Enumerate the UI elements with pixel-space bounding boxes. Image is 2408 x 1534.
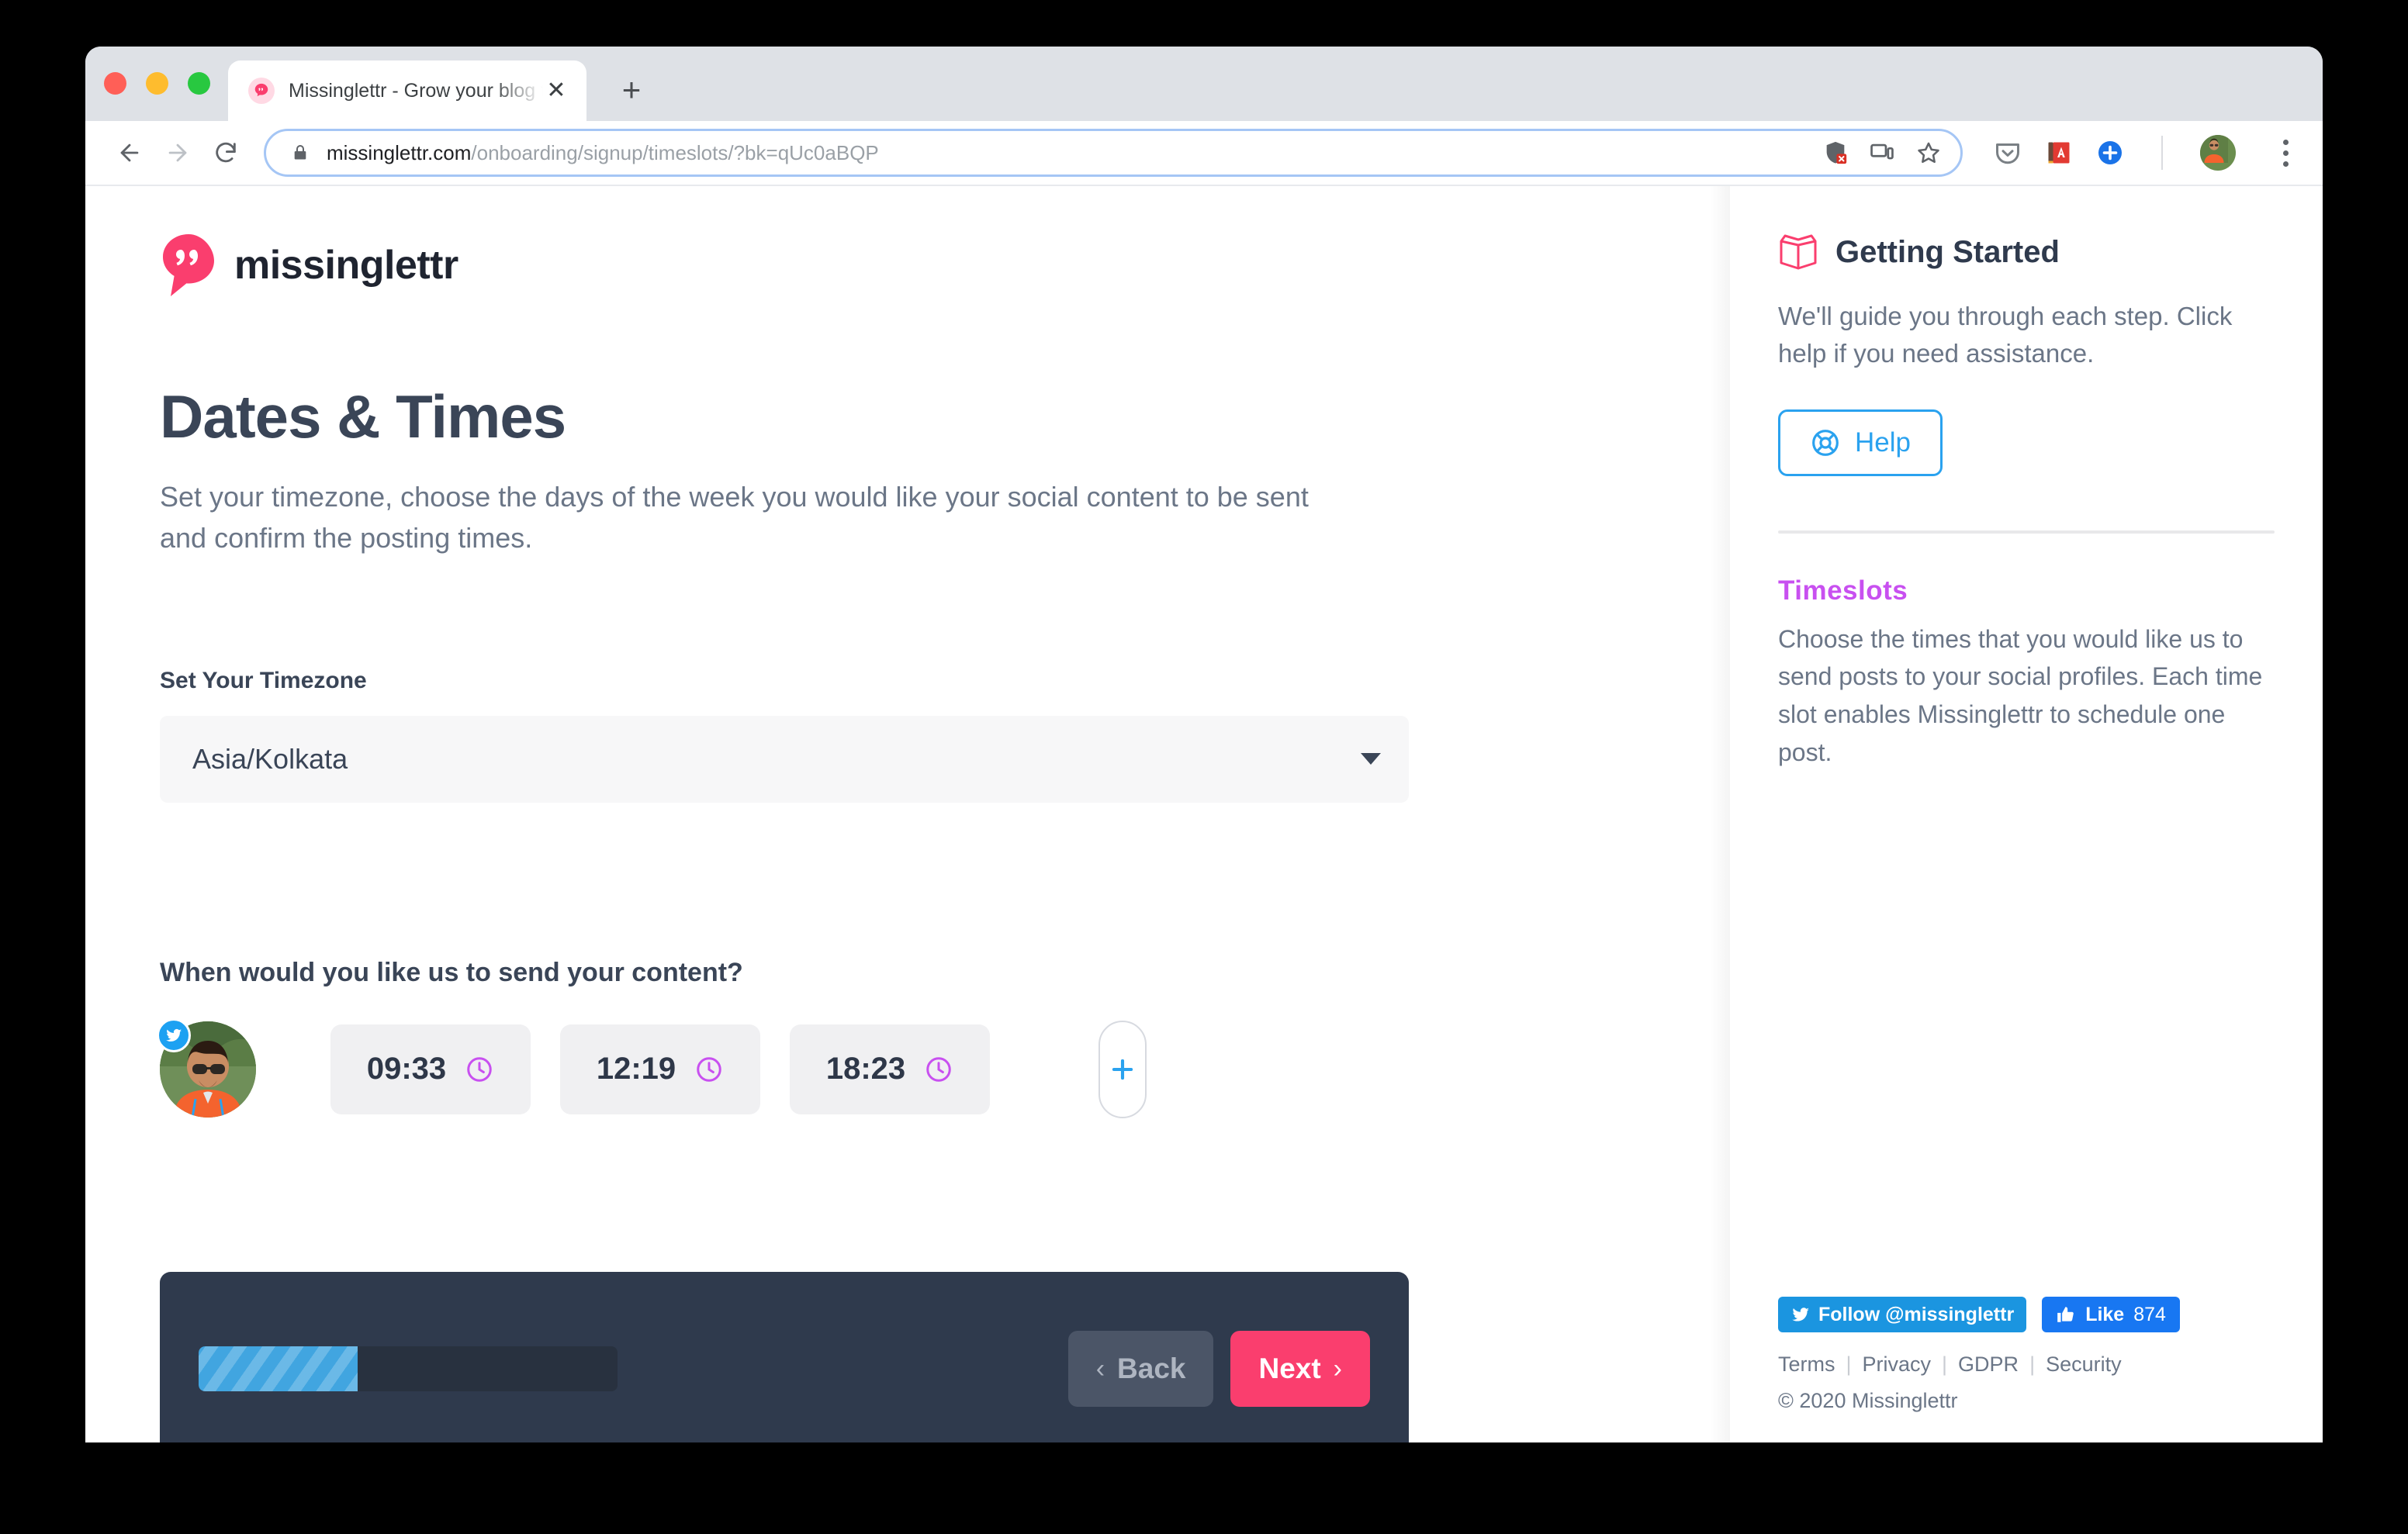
sidebar-footer: Follow @missinglettr Like 874 Terms | Pri… xyxy=(1778,1297,2275,1442)
twitter-badge-icon xyxy=(157,1017,191,1052)
facebook-like-label: Like xyxy=(2085,1303,2125,1325)
facebook-like-button[interactable]: Like 874 xyxy=(2042,1297,2180,1332)
browser-toolbar: missinglettr.com/onboarding/signup/times… xyxy=(85,121,2323,186)
tab-title: Missinglettr - Grow your blog the xyxy=(289,79,543,102)
browser-menu-button[interactable] xyxy=(2268,139,2302,167)
address-bar[interactable]: missinglettr.com/onboarding/signup/times… xyxy=(264,129,1963,177)
dictionary-extension-icon[interactable] xyxy=(2045,139,2073,167)
twitter-follow-button[interactable]: Follow @missinglettr xyxy=(1778,1297,2027,1332)
timeslot-chip[interactable]: 18:23 xyxy=(790,1024,990,1114)
timeslot-chip[interactable]: 12:19 xyxy=(560,1024,760,1114)
timezone-select[interactable]: Asia/Kolkata xyxy=(160,715,1409,803)
timezone-label: Set Your Timezone xyxy=(160,667,367,693)
getting-started-sidebar: Getting Started We'll guide you through … xyxy=(1730,186,2323,1442)
next-button-label: Next xyxy=(1258,1353,1321,1384)
url-path: /onboarding/signup/timeslots/?bk=qUc0aBQ… xyxy=(471,140,879,164)
clock-icon xyxy=(694,1055,724,1084)
timeslot-value: 12:19 xyxy=(596,1052,676,1087)
add-extension-icon[interactable] xyxy=(2096,139,2124,167)
help-button-label: Help xyxy=(1855,427,1911,458)
legal-link-security[interactable]: Security xyxy=(2046,1353,2122,1377)
legal-links: Terms | Privacy | GDPR | Security xyxy=(1778,1353,2275,1377)
clock-icon xyxy=(465,1055,494,1084)
social-buttons: Follow @missinglettr Like 874 xyxy=(1778,1297,2275,1332)
page-content: missinglettr Dates & Times Set your time… xyxy=(85,186,2323,1442)
chevron-down-icon xyxy=(1361,753,1381,765)
legal-separator: | xyxy=(1846,1353,1852,1376)
missinglettr-favicon-icon xyxy=(248,78,275,104)
onboarding-progress-bar xyxy=(199,1346,618,1391)
window-controls xyxy=(104,72,210,95)
legal-link-gdpr[interactable]: GDPR xyxy=(1958,1353,2019,1377)
url-domain: missinglettr.com xyxy=(327,140,472,164)
add-timeslot-button[interactable] xyxy=(1098,1020,1147,1118)
timeslots-question-label: When would you like us to send your cont… xyxy=(160,957,743,987)
timeslots-help-title: Timeslots xyxy=(1778,575,1908,606)
help-button[interactable]: Help xyxy=(1778,409,1943,476)
main-column: missinglettr Dates & Times Set your time… xyxy=(85,186,1730,1442)
reload-button[interactable] xyxy=(202,129,250,177)
lock-icon xyxy=(294,145,306,160)
tab-strip: Missinglettr - Grow your blog the ✕ + xyxy=(85,47,2323,121)
chevron-left-icon: ‹ xyxy=(1095,1353,1105,1384)
pocket-extension-icon[interactable] xyxy=(1994,139,2022,167)
social-profile-avatar-wrapper[interactable] xyxy=(157,1017,256,1118)
browser-tab[interactable]: Missinglettr - Grow your blog the ✕ xyxy=(228,60,586,121)
page-subtitle: Set your timezone, choose the days of th… xyxy=(160,481,1309,554)
back-button-label: Back xyxy=(1117,1353,1186,1384)
maximize-window-button[interactable] xyxy=(188,72,210,95)
browser-window: Missinglettr - Grow your blog the ✕ + mi… xyxy=(85,47,2323,1442)
browser-profile-avatar[interactable] xyxy=(2200,135,2236,171)
timeslot-chips: 09:33 12:19 18:23 xyxy=(330,1024,990,1114)
sidebar-divider xyxy=(1778,530,2275,534)
new-tab-button[interactable]: + xyxy=(613,71,650,109)
progress-bar-fill xyxy=(199,1346,358,1391)
legal-separator: | xyxy=(2029,1353,2036,1376)
page-title: Dates & Times xyxy=(160,382,566,451)
wizard-footer-bar: ‹ Back Next › xyxy=(160,1272,1409,1442)
cast-icon[interactable] xyxy=(1869,140,1895,166)
legal-separator: | xyxy=(1942,1353,1948,1376)
app-logo[interactable]: missinglettr xyxy=(160,233,1730,298)
next-button[interactable]: Next › xyxy=(1230,1331,1370,1407)
timeslot-chip[interactable]: 09:33 xyxy=(330,1024,531,1114)
plus-icon xyxy=(1112,1059,1133,1080)
twitter-bird-icon xyxy=(1792,1308,1809,1322)
twitter-follow-label: Follow @missinglettr xyxy=(1818,1303,2015,1325)
chevron-right-icon: › xyxy=(1333,1353,1342,1384)
brand-name: missinglettr xyxy=(234,243,458,288)
thumbs-up-icon xyxy=(2057,1307,2074,1322)
close-window-button[interactable] xyxy=(104,72,126,95)
getting-started-header: Getting Started xyxy=(1778,233,2275,271)
forward-navigation-button[interactable] xyxy=(154,129,202,177)
timeslot-value: 09:33 xyxy=(366,1052,447,1087)
clock-icon xyxy=(924,1055,953,1084)
tracking-protection-shield-icon[interactable] xyxy=(1822,140,1849,166)
getting-started-title: Getting Started xyxy=(1835,234,2060,269)
back-button[interactable]: ‹ Back xyxy=(1067,1331,1214,1407)
facebook-like-count: 874 xyxy=(2133,1303,2166,1325)
legal-link-terms[interactable]: Terms xyxy=(1778,1353,1835,1377)
close-tab-button[interactable]: ✕ xyxy=(543,78,569,104)
timeslots-help-text: Choose the times that you would like us … xyxy=(1778,624,2263,766)
url-text: missinglettr.com/onboarding/signup/times… xyxy=(327,141,1811,165)
bookmark-star-icon[interactable] xyxy=(1915,140,1942,166)
legal-link-privacy[interactable]: Privacy xyxy=(1863,1353,1932,1377)
timezone-selected-value: Asia/Kolkata xyxy=(192,742,348,775)
copyright-text: © 2020 Missinglettr xyxy=(1778,1389,1958,1412)
timeslots-row: 09:33 12:19 18:23 xyxy=(157,1017,1730,1118)
missinglettr-logo-icon xyxy=(163,234,214,296)
timeslot-value: 18:23 xyxy=(825,1052,906,1087)
minimize-window-button[interactable] xyxy=(146,72,168,95)
back-navigation-button[interactable] xyxy=(106,129,154,177)
toolbar-divider xyxy=(2161,136,2163,170)
getting-started-text: We'll guide you through each step. Click… xyxy=(1778,302,2233,368)
lifebuoy-icon xyxy=(1812,429,1839,456)
open-box-icon xyxy=(1780,234,1817,270)
